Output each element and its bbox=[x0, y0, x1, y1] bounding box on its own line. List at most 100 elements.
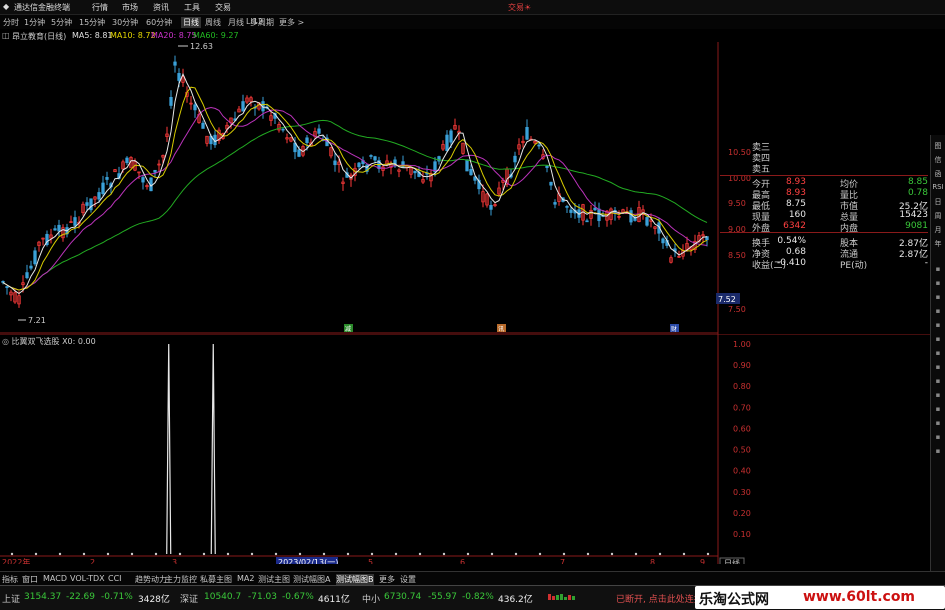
toolbar-tool-icon[interactable]: ▪ bbox=[932, 279, 944, 287]
toolbar-button[interactable]: 周 bbox=[932, 211, 944, 221]
toolbar-tool-icon[interactable]: ▪ bbox=[932, 433, 944, 441]
toolbar-button[interactable]: 图 bbox=[932, 141, 944, 151]
toolbar-tool-icon[interactable]: ▪ bbox=[932, 307, 944, 315]
tick-dot bbox=[394, 552, 398, 556]
toolbar-button[interactable]: 日 bbox=[932, 197, 944, 207]
period-tab-daily[interactable]: 日线 bbox=[181, 17, 201, 28]
indicator-tab[interactable]: 指标 bbox=[2, 574, 18, 585]
candle-body bbox=[661, 238, 665, 244]
svg-text:讯: 讯 bbox=[498, 325, 504, 333]
gear-icon[interactable]: ◎ bbox=[2, 337, 9, 346]
right-toolbar: 图信函 RSI 日周月年 ▪ ▪ ▪ ▪ ▪ ▪ ▪ ▪ ▪ ▪ ▪ ▪ ▪ ▪ bbox=[930, 135, 945, 609]
indicator-tab[interactable]: VOL-TDX bbox=[70, 574, 105, 583]
price-axis-min: 7.50 bbox=[728, 305, 746, 314]
period-tab-5min[interactable]: 5分钟 bbox=[51, 17, 72, 28]
candle-body bbox=[5, 286, 9, 288]
period-tab-60min[interactable]: 60分钟 bbox=[146, 17, 172, 28]
indicator-tab[interactable]: 主力监控 bbox=[165, 574, 197, 585]
indicator-tab[interactable]: MACD bbox=[43, 574, 67, 583]
period-tab-1min[interactable]: 1分钟 bbox=[24, 17, 45, 28]
toolbar-tool-icon[interactable]: ▪ bbox=[932, 321, 944, 329]
toolbar-button[interactable]: 月 bbox=[932, 225, 944, 235]
index-zx-name[interactable]: 中小 bbox=[362, 592, 380, 605]
candle-body bbox=[593, 207, 597, 211]
menu-tools[interactable]: 工具 bbox=[184, 2, 200, 13]
menu-market[interactable]: 市场 bbox=[122, 2, 138, 13]
indicator-tab[interactable]: MA2 bbox=[237, 574, 254, 583]
period-tab-monthly[interactable]: 月线 bbox=[228, 17, 244, 28]
indicator-tab[interactable]: 更多 bbox=[379, 574, 395, 585]
candle-body bbox=[597, 208, 601, 222]
indicator-tab[interactable]: 设置 bbox=[400, 574, 416, 585]
indicator-tab[interactable]: 私募主图 bbox=[200, 574, 232, 585]
indicator-tab[interactable]: 测试幅图A bbox=[293, 574, 330, 585]
indicator-y-label: 0.20 bbox=[733, 509, 751, 518]
indicator-chart[interactable]: 1.00 0.90 0.80 0.70 0.60 0.50 0.40 0.30 0.20 0.10… bbox=[0, 334, 945, 564]
toolbar-tool-icon[interactable]: ▪ bbox=[932, 391, 944, 399]
indicator-tab[interactable]: 趋势动力 bbox=[135, 574, 167, 585]
candle-body bbox=[645, 217, 649, 226]
index-sz-change: -71.03 bbox=[248, 592, 278, 602]
connection-status[interactable]: 已断开, 点击此处连接 bbox=[616, 592, 703, 605]
candle-body bbox=[629, 210, 633, 223]
indicator-period-tag[interactable]: 日线 bbox=[724, 558, 740, 564]
indicator-tab[interactable]: 测试主图 bbox=[258, 574, 290, 585]
ma5-line bbox=[2, 72, 708, 295]
period-tab-fenshi[interactable]: 分时 bbox=[3, 17, 19, 28]
indicator-tab[interactable]: 窗口 bbox=[22, 574, 38, 585]
toolbar-tool-icon[interactable]: ▪ bbox=[932, 265, 944, 273]
toolbar-button[interactable]: 年 bbox=[932, 239, 944, 249]
period-tab-30min[interactable]: 30分钟 bbox=[112, 17, 138, 28]
period-tab-15min[interactable]: 15分钟 bbox=[79, 17, 105, 28]
title-bar: ◆ 通达信金融终端 行情 市场 资讯 工具 交易 交易☀ bbox=[0, 0, 945, 15]
ma60-line bbox=[2, 119, 708, 291]
index-sz-name[interactable]: 深证 bbox=[180, 592, 198, 605]
tick-dot bbox=[370, 552, 374, 556]
tick-dot bbox=[82, 552, 86, 556]
indicator-x-label: 8 bbox=[650, 558, 655, 564]
toolbar-tool-icon[interactable]: ▪ bbox=[932, 405, 944, 413]
toolbar-tool-icon[interactable]: ▪ bbox=[932, 335, 944, 343]
menu-quotes[interactable]: 行情 bbox=[92, 2, 108, 13]
app-title: 通达信金融终端 bbox=[14, 3, 70, 12]
quote-field-value: 8.93 bbox=[785, 188, 806, 198]
settings-icon[interactable]: ◫ bbox=[2, 31, 10, 40]
signal-spike bbox=[210, 343, 216, 555]
menu-trade[interactable]: 交易 bbox=[215, 2, 231, 13]
watermark-url: www.60lt.com bbox=[803, 589, 916, 605]
candle-body bbox=[317, 128, 321, 134]
indicator-x-label: 9 bbox=[700, 558, 705, 564]
toolbar-tool-icon[interactable]: ▪ bbox=[932, 349, 944, 357]
candle-body bbox=[549, 181, 553, 186]
toolbar-button[interactable]: RSI bbox=[932, 183, 944, 191]
toolbar-button[interactable]: 函 bbox=[932, 169, 944, 179]
tick-dot bbox=[34, 552, 38, 556]
toolbar-tool-icon[interactable]: ▪ bbox=[932, 447, 944, 455]
indicator-x-label: 2023/02/13(一) bbox=[278, 558, 338, 564]
period-tab-more[interactable]: 更多 > bbox=[279, 17, 304, 28]
tick-dot bbox=[466, 552, 470, 556]
toolbar-tool-icon[interactable]: ▪ bbox=[932, 377, 944, 385]
toolbar-tool-icon[interactable]: ▪ bbox=[932, 419, 944, 427]
indicator-x-label: 2 bbox=[90, 558, 95, 564]
toolbar-tool-icon[interactable]: ▪ bbox=[932, 363, 944, 371]
index-sh-pct: -0.71% bbox=[101, 592, 133, 602]
indicator-tab[interactable]: 测试幅图B bbox=[336, 574, 374, 585]
tick-dot bbox=[346, 552, 350, 556]
period-tab-weekly[interactable]: 周线 bbox=[205, 17, 221, 28]
menu-news[interactable]: 资讯 bbox=[153, 2, 169, 13]
tick-dot bbox=[154, 552, 158, 556]
indicator-tab[interactable]: CCI bbox=[108, 574, 122, 583]
ma60-label: MA60: 9.27 bbox=[193, 31, 239, 40]
tick-dot bbox=[442, 552, 446, 556]
trade-button[interactable]: 交易☀ bbox=[508, 2, 531, 13]
index-sh-change: -22.69 bbox=[66, 592, 96, 602]
index-sh-name[interactable]: 上证 bbox=[2, 592, 20, 605]
toolbar-button[interactable]: 信 bbox=[932, 155, 944, 165]
signal-series bbox=[166, 343, 216, 555]
candlestick-series bbox=[1, 55, 709, 308]
candle-body bbox=[53, 228, 57, 231]
toolbar-tool-icon[interactable]: ▪ bbox=[932, 293, 944, 301]
indicator-tabs: 指标 窗口 MACD VOL-TDX CCI 趋势动力 主力监控 私募主图 MA2 测试主图 测试幅… bbox=[0, 571, 945, 585]
tick-dot bbox=[658, 552, 662, 556]
